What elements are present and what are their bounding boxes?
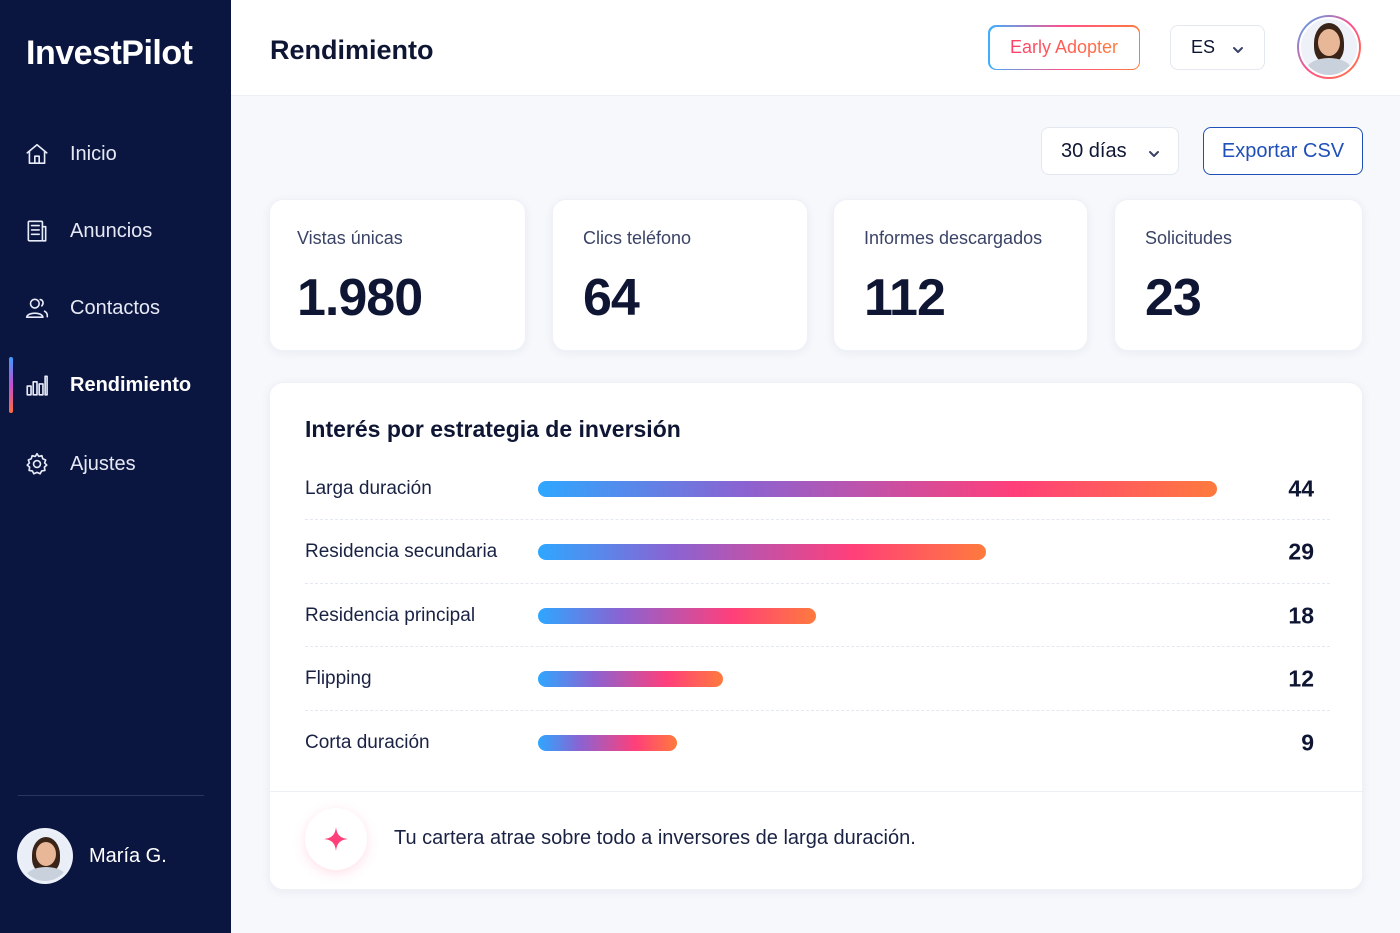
sidebar-item-label: Inicio	[70, 142, 117, 165]
users-icon	[24, 295, 50, 321]
bar-value-label: 18	[1288, 602, 1314, 628]
period-select[interactable]: 30 días	[1041, 127, 1179, 175]
insight-text: Tu cartera atrae sobre todo a inversores…	[394, 827, 916, 849]
bar	[538, 671, 723, 687]
bar	[538, 544, 986, 560]
bar-label: Residencia secundaria	[305, 541, 498, 562]
home-icon	[24, 141, 50, 167]
bar-chart-icon	[24, 372, 50, 398]
avatar	[17, 828, 73, 884]
chart-row: Flipping 12	[305, 648, 1330, 711]
sidebar-item-label: Contactos	[70, 296, 161, 319]
language-select[interactable]: ES	[1170, 25, 1265, 70]
user-profile[interactable]: María G.	[17, 828, 167, 884]
stat-value: 64	[583, 269, 640, 327]
app-logo: InvestPilot	[26, 34, 193, 72]
active-indicator	[9, 357, 13, 413]
stat-label: Informes descargados	[864, 228, 1043, 248]
period-value: 30 días	[1061, 139, 1127, 162]
user-name: María G.	[89, 844, 167, 867]
chart-row: Residencia principal 18	[305, 584, 1330, 647]
stat-label: Solicitudes	[1145, 228, 1233, 248]
stat-value: 112	[864, 269, 946, 327]
badge-label: Early Adopter	[1009, 37, 1119, 57]
stat-value: 23	[1145, 269, 1202, 327]
chart-row: Corta duración 9	[305, 711, 1330, 774]
early-adopter-badge[interactable]: Early Adopter	[988, 25, 1140, 70]
stat-value: 1.980	[297, 269, 423, 327]
chevron-down-icon	[1147, 144, 1161, 158]
chevron-down-icon	[1231, 41, 1245, 55]
insight-divider	[270, 791, 1364, 792]
bar-value-label: 9	[1301, 729, 1314, 755]
sidebar-item-anuncios[interactable]: Anuncios	[0, 203, 231, 259]
topbar: Rendimiento Early Adopter ES	[231, 0, 1400, 96]
sidebar-item-ajustes[interactable]: Ajustes	[0, 436, 231, 492]
export-csv-button[interactable]: Exportar CSV	[1203, 127, 1363, 175]
sidebar-item-label: Rendimiento	[70, 373, 192, 396]
bar-label: Residencia principal	[305, 604, 476, 626]
language-value: ES	[1191, 37, 1216, 57]
page-title: Rendimiento	[270, 35, 434, 65]
chart-row: Larga duración 44	[305, 457, 1330, 520]
chart-title: Interés por estrategia de inversión	[305, 416, 681, 442]
bar	[538, 480, 1217, 497]
bar-value-label: 44	[1288, 475, 1314, 501]
bar-label: Larga duración	[305, 477, 432, 499]
stat-card-solicitudes: Solicitudes 23	[1114, 199, 1363, 351]
sidebar-item-inicio[interactable]: Inicio	[0, 126, 231, 182]
document-icon	[24, 218, 50, 244]
sidebar-item-label: Anuncios	[70, 219, 153, 242]
bar-value-label: 29	[1288, 538, 1314, 565]
profile-avatar[interactable]	[1297, 15, 1361, 79]
sidebar-item-contactos[interactable]: Contactos	[0, 280, 231, 336]
sidebar-item-rendimiento[interactable]: Rendimiento	[0, 357, 231, 413]
sidebar: InvestPilot Inicio Anuncios Contactos Re…	[0, 0, 231, 933]
sparkle-icon	[305, 808, 367, 870]
gear-icon	[24, 451, 50, 477]
stat-label: Vistas únicas	[297, 228, 403, 248]
bar-label: Corta duración	[305, 731, 430, 753]
sidebar-item-label: Ajustes	[70, 452, 136, 475]
stat-card-clics: Clics teléfono 64	[552, 199, 808, 351]
stat-card-informes: Informes descargados 112	[833, 199, 1088, 351]
strategy-interest-panel: Interés por estrategia de inversión Larg…	[269, 382, 1364, 890]
stat-label: Clics teléfono	[583, 228, 692, 248]
bar-label: Flipping	[305, 668, 372, 689]
stat-card-vistas: Vistas únicas 1.980	[269, 199, 526, 351]
bar	[538, 734, 677, 751]
bar	[538, 607, 816, 624]
chart-row: Residencia secundaria 29	[305, 521, 1330, 584]
bar-value-label: 12	[1288, 665, 1314, 692]
sidebar-divider	[18, 795, 204, 796]
